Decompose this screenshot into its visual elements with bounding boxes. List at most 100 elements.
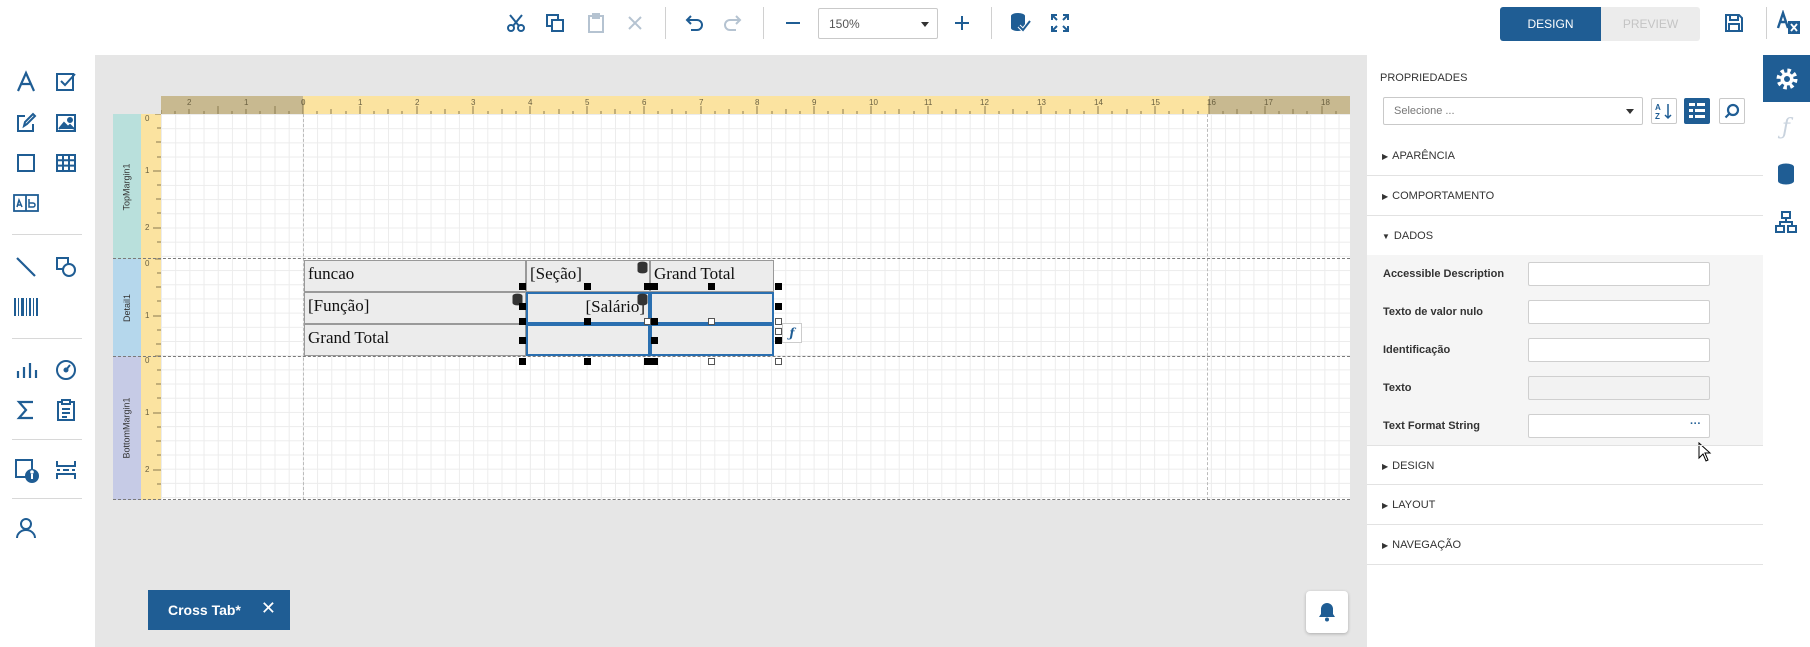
- resize-handle[interactable]: [519, 337, 526, 344]
- component-select[interactable]: Selecione ...: [1383, 97, 1643, 125]
- sort-alphabetical-icon[interactable]: AZ: [1651, 98, 1677, 124]
- label-tool-icon[interactable]: [11, 67, 41, 97]
- close-icon[interactable]: ✕: [261, 598, 276, 619]
- resize-handle[interactable]: [584, 318, 591, 325]
- resize-handle[interactable]: [708, 283, 715, 290]
- expressions-function-icon[interactable]: ƒ: [1771, 112, 1801, 142]
- localization-icon[interactable]: [1775, 9, 1803, 37]
- page-break-icon[interactable]: [51, 455, 81, 485]
- user-icon[interactable]: [11, 513, 41, 543]
- section-dados[interactable]: ▼ DADOS: [1367, 216, 1763, 256]
- section-navegacao[interactable]: ▶ NAVEGAÇÃO: [1367, 525, 1763, 565]
- text-input[interactable]: [1528, 376, 1710, 400]
- resize-handle[interactable]: [644, 358, 651, 365]
- paste-icon[interactable]: [582, 9, 610, 37]
- resize-handle[interactable]: [775, 283, 782, 290]
- section-aparencia[interactable]: ▶ APARÊNCIA: [1367, 136, 1763, 176]
- copy-icon[interactable]: [541, 9, 569, 37]
- band-tab-detail[interactable]: Detail1: [113, 259, 141, 356]
- band-tab-bottom-margin[interactable]: BottomMargin1: [113, 356, 141, 500]
- cut-icon[interactable]: [502, 9, 530, 37]
- resize-handle[interactable]: [584, 358, 591, 365]
- picture-tool-icon[interactable]: [51, 108, 81, 138]
- accessible-description-input[interactable]: [1528, 262, 1710, 286]
- save-icon[interactable]: [1720, 9, 1748, 37]
- fullscreen-icon[interactable]: [1046, 9, 1074, 37]
- resize-handle[interactable]: [708, 358, 715, 365]
- panel-tool-icon[interactable]: [11, 148, 41, 178]
- resize-handle[interactable]: [519, 303, 526, 310]
- crosstab-cell[interactable]: funcao: [304, 260, 526, 292]
- field-list-database-icon[interactable]: [1771, 159, 1801, 189]
- zoom-in-icon[interactable]: [948, 9, 976, 37]
- summary-sigma-icon[interactable]: [11, 395, 41, 425]
- resize-handle[interactable]: [644, 318, 651, 325]
- resize-handle[interactable]: [775, 337, 782, 344]
- report-explorer-hierarchy-icon[interactable]: [1771, 207, 1801, 237]
- identification-input[interactable]: [1528, 338, 1710, 362]
- page-info-icon[interactable]: [11, 455, 41, 485]
- redo-icon[interactable]: [719, 9, 747, 37]
- crosstab-cell[interactable]: Grand Total: [304, 324, 526, 356]
- design-mode-button[interactable]: DESIGN: [1500, 7, 1601, 41]
- preview-mode-button[interactable]: PREVIEW: [1601, 7, 1700, 41]
- zoom-select[interactable]: 150%: [818, 8, 938, 39]
- resize-handle[interactable]: [644, 283, 651, 290]
- band-tab-top-margin[interactable]: TopMargin1: [113, 114, 141, 259]
- checkbox-tool-icon[interactable]: [51, 67, 81, 97]
- database-icon: [637, 261, 648, 274]
- resize-handle[interactable]: [775, 328, 782, 335]
- crosstab-cell[interactable]: [526, 324, 650, 356]
- ruler-label: 18: [1321, 98, 1330, 107]
- separator: [665, 7, 666, 39]
- null-value-text-input[interactable]: [1528, 300, 1710, 324]
- undo-icon[interactable]: [680, 9, 708, 37]
- section-comportamento[interactable]: ▶ COMPORTAMENTO: [1367, 176, 1763, 216]
- line-tool-icon[interactable]: [11, 252, 41, 282]
- ruler-label: 15: [1151, 98, 1160, 107]
- resize-handle[interactable]: [519, 283, 526, 290]
- resize-handle[interactable]: [519, 358, 526, 365]
- notifications-bell-icon[interactable]: [1306, 591, 1348, 633]
- validate-database-icon[interactable]: [1006, 9, 1034, 37]
- properties-gear-icon[interactable]: [1763, 55, 1810, 102]
- crosstab-cell[interactable]: [Função]: [304, 292, 526, 324]
- resize-handle[interactable]: [584, 283, 591, 290]
- clipboard-report-icon[interactable]: [51, 395, 81, 425]
- resize-handle[interactable]: [651, 337, 658, 344]
- delete-icon[interactable]: [621, 9, 649, 37]
- resize-handle[interactable]: [651, 283, 658, 290]
- ruler-label: 2: [145, 465, 150, 474]
- resize-handle[interactable]: [708, 318, 715, 325]
- separator: [763, 7, 764, 39]
- section-design[interactable]: ▶ DESIGN: [1367, 445, 1763, 485]
- band-label: BottomMargin1: [122, 397, 132, 459]
- resize-handle[interactable]: [775, 358, 782, 365]
- resize-handle[interactable]: [651, 358, 658, 365]
- gauge-tool-icon[interactable]: [51, 355, 81, 385]
- rich-text-tool-icon[interactable]: [11, 108, 41, 138]
- chevron-down-icon: [921, 22, 929, 27]
- chevron-down-icon: ▼: [1382, 232, 1390, 241]
- table-tool-icon[interactable]: [51, 148, 81, 178]
- zoom-out-icon[interactable]: [779, 9, 807, 37]
- ellipsis-button[interactable]: ···: [1690, 418, 1701, 430]
- resize-handle[interactable]: [651, 318, 658, 325]
- chart-tool-icon[interactable]: [11, 355, 41, 385]
- crosstab-cell[interactable]: [650, 324, 774, 356]
- section-layout[interactable]: ▶ LAYOUT: [1367, 485, 1763, 525]
- categorized-view-icon[interactable]: [1684, 98, 1710, 124]
- barcode-tool-icon[interactable]: [11, 292, 41, 322]
- search-icon[interactable]: [1719, 98, 1745, 124]
- document-tab[interactable]: Cross Tab* ✕: [148, 590, 290, 630]
- resize-handle[interactable]: [519, 318, 526, 325]
- ruler-label: 4: [528, 98, 533, 107]
- text-format-string-input[interactable]: ···: [1528, 414, 1710, 438]
- resize-handle[interactable]: [775, 303, 782, 310]
- resize-handle[interactable]: [775, 318, 782, 325]
- property-label: Accessible Description: [1383, 268, 1505, 280]
- right-rail: [1763, 55, 1810, 647]
- character-comb-tool-icon[interactable]: [11, 188, 41, 218]
- expression-function-icon[interactable]: ƒ: [782, 323, 802, 343]
- shape-tool-icon[interactable]: [51, 252, 81, 282]
